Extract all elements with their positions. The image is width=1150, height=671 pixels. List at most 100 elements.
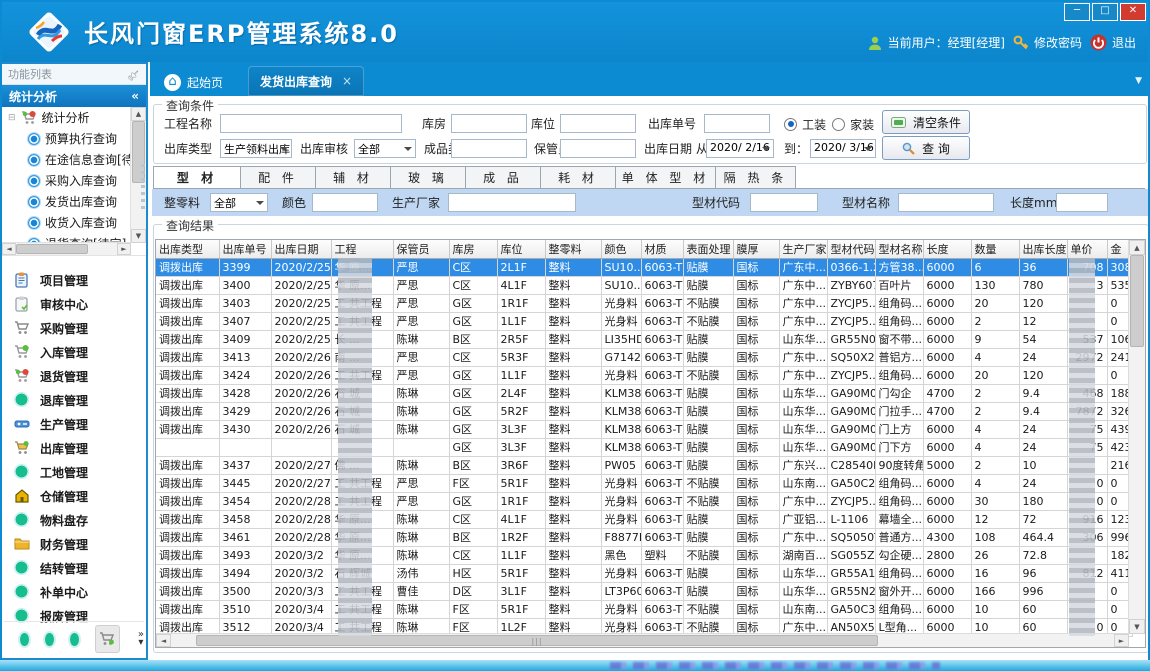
change-password-button[interactable]: 修改密码 [1013,34,1082,51]
table-row[interactable]: 调拨出库34242020/2/26工 共工程严思G区1L1F整料光身料6063-… [156,366,1132,384]
pin-icon[interactable]: 📌︎ [127,69,140,80]
toolbar-more-button[interactable]: »▾ [138,631,144,647]
column-header-库房[interactable]: 库房 [449,240,497,258]
material-tab-辅材[interactable]: 辅 材 [316,166,391,189]
scroll-left-arrow[interactable]: ◄ [2,243,16,255]
table-row[interactable]: 调拨出库34542020/2/28工 共工程严思G区1R1F整料光身料6063-… [156,492,1132,510]
tree-item-收货入库查询[interactable]: 收货入库查询 [2,212,131,233]
sidebar-item-工地管理[interactable]: 工地管理 [4,460,144,484]
table-row[interactable]: 调拨出库34942020/3/2石 辉城汤伟H区5R1F整料光身料6063-T5… [156,564,1132,582]
warehouse-input[interactable] [451,114,527,133]
collapse-icon[interactable]: « [131,89,139,103]
sidebar-item-退库管理[interactable]: 退库管理 [4,388,144,412]
sidebar-item-出库管理[interactable]: 出库管理 [4,436,144,460]
maximize-button[interactable]: □ [1092,3,1118,21]
sidebar-item-财务管理[interactable]: 财务管理 [4,532,144,556]
date-from-picker[interactable]: 2020/ 2/16 [706,139,774,158]
out-audit-combo[interactable]: 全部 [354,139,416,158]
sidebar-item-退货管理[interactable]: 退货管理 [4,364,144,388]
column-header-膜厚[interactable]: 膜厚 [733,240,779,258]
table-row[interactable]: 调拨出库33992020/2/25华 原...严思C区2L1F整料SU10...… [156,258,1132,276]
toolbar-dot-icon[interactable] [45,633,54,646]
toolbar-cart-button[interactable] [95,625,120,653]
close-button[interactable]: ✕ [1120,3,1146,21]
search-button[interactable]: 查 询 [882,136,970,160]
toolbar-dot-icon[interactable] [20,633,29,646]
table-row[interactable]: 调拨出库34932020/3/2华 原...陈琳C区1L1F整料黑色塑料不贴膜国… [156,546,1132,564]
table-row[interactable]: 调拨出库34372020/2/27佛 ...陈琳B区3R6F整料PW056063… [156,456,1132,474]
table-row[interactable]: 调拨出库34002020/2/25华 原...严思C区4L1F整料SU10...… [156,276,1132,294]
column-header-工程[interactable]: 工程 [331,240,393,258]
logout-button[interactable]: 退出 [1090,34,1136,51]
sidebar-item-结转管理[interactable]: 结转管理 [4,556,144,580]
column-header-颜色[interactable]: 颜色 [601,240,641,258]
material-tab-玻璃[interactable]: 玻 璃 [391,166,466,189]
scroll-up-arrow[interactable]: ▲ [131,107,146,121]
tree-item-预算执行查询[interactable]: 预算执行查询 [2,128,131,149]
table-row[interactable]: 调拨出库34032020/2/25工 共工程严思G区1R1F整料光身料6063-… [156,294,1132,312]
sidebar-item-补单中心[interactable]: 补单中心 [4,580,144,604]
scroll-right-arrow[interactable]: ► [117,243,131,255]
keeper-input[interactable] [560,139,636,158]
length-input[interactable] [1056,193,1108,212]
minimize-button[interactable]: ─ [1064,3,1090,21]
sidebar-item-生产管理[interactable]: 生产管理 [4,412,144,436]
material-tab-隔热条[interactable]: 隔 热 条 [716,166,796,189]
column-header-保管员[interactable]: 保管员 [393,240,449,258]
tab-shipping-query[interactable]: 发货出库查询 × [248,66,364,96]
table-horizontal-scrollbar[interactable]: ◄ ||| ► [156,633,1129,647]
table-vertical-scrollbar[interactable]: ▲ ▼ [1128,240,1145,634]
tree-item-在途信息查询[待[interactable]: 在途信息查询[待 [2,149,131,170]
table-row[interactable]: 调拨出库34582020/2/28华 原...陈琳C区4L1F整料光身料6063… [156,510,1132,528]
column-header-表面处理[interactable]: 表面处理 [683,240,733,258]
radio-icon[interactable] [784,118,797,131]
tab-list-dropdown-icon[interactable]: ▼ [1135,76,1142,86]
sidebar-item-物料盘存[interactable]: 物料盘存 [4,508,144,532]
table-row[interactable]: 调拨出库34072020/2/25工 共工程严思G区1L1F整料光身料6063-… [156,312,1132,330]
sidebar-item-仓储管理[interactable]: 仓储管理 [4,484,144,508]
scroll-up-arrow[interactable]: ▲ [1129,240,1145,255]
column-header-出库类型[interactable]: 出库类型 [156,240,219,258]
profile-code-input[interactable] [750,193,818,212]
table-row[interactable]: 调拨出库34612020/2/28华 原...陈琳B区1R2F整料F8877FT… [156,528,1132,546]
column-header-材质[interactable]: 材质 [641,240,683,258]
material-tab-单体型材[interactable]: 单 体 型 材 [616,166,716,189]
scroll-thumb[interactable]: ||| [196,635,878,646]
column-header-型材代码[interactable]: 型材代码 [827,240,875,258]
toolbar-dot-icon[interactable] [70,633,79,646]
material-tab-耗材[interactable]: 耗 材 [541,166,616,189]
table-row[interactable]: 调拨出库34132020/2/26南 ...严思C区5R3F整料G7142260… [156,348,1132,366]
color-input[interactable] [312,193,378,212]
scroll-down-arrow[interactable]: ▼ [131,229,146,243]
out-type-combo[interactable]: 生产领料出库 [220,139,292,158]
column-header-长度[interactable]: 长度 [923,240,971,258]
column-header-出库日期[interactable]: 出库日期 [271,240,331,258]
maker-input[interactable] [448,193,576,212]
material-tab-型材[interactable]: 型 材 [153,166,241,189]
tree-item-采购入库查询[interactable]: 采购入库查询 [2,170,131,191]
product-type-input[interactable] [451,139,527,158]
sidebar-item-项目管理[interactable]: 项目管理 [4,268,144,292]
tree-horizontal-scrollbar[interactable]: ◄ ► [2,242,131,255]
table-row[interactable]: 调拨出库34282020/2/26石 城陈琳G区2L4F整料KLM3817606… [156,384,1132,402]
column-header-出库单号[interactable]: 出库单号 [219,240,271,258]
sidebar-item-采购管理[interactable]: 采购管理 [4,316,144,340]
radio-gongzhuang[interactable]: 工装 [784,114,826,133]
sidebar-item-审核中心[interactable]: 审核中心 [4,292,144,316]
tree-root[interactable]: ⊟统计分析 [2,107,131,128]
table-row[interactable]: 调拨出库34292020/2/26石 城陈琳G区5R2F整料KLM3817606… [156,402,1132,420]
table-row[interactable]: 调拨出库35002020/3/3工 共工程曹佳D区3L1F整料LT3P60606… [156,582,1132,600]
order-no-input[interactable] [704,114,770,133]
scroll-thumb[interactable] [1130,255,1144,347]
column-header-库位[interactable]: 库位 [497,240,545,258]
column-header-出库长度[interactable]: 出库长度 [1019,240,1067,258]
material-tab-成品[interactable]: 成 品 [466,166,541,189]
whole-part-combo[interactable]: 全部 [210,193,268,212]
profile-name-input[interactable] [898,193,994,212]
table-row[interactable]: 调拨出库35102020/3/4工 共工程陈琳F区5R1F整料光身料6063-T… [156,600,1132,618]
scroll-right-arrow[interactable]: ► [1114,634,1129,647]
column-header-单价[interactable]: 单价 [1067,240,1107,258]
column-header-数量[interactable]: 数量 [971,240,1019,258]
tab-home[interactable]: ⌂ 起始页 [154,68,233,96]
scroll-down-arrow[interactable]: ▼ [1129,619,1145,634]
